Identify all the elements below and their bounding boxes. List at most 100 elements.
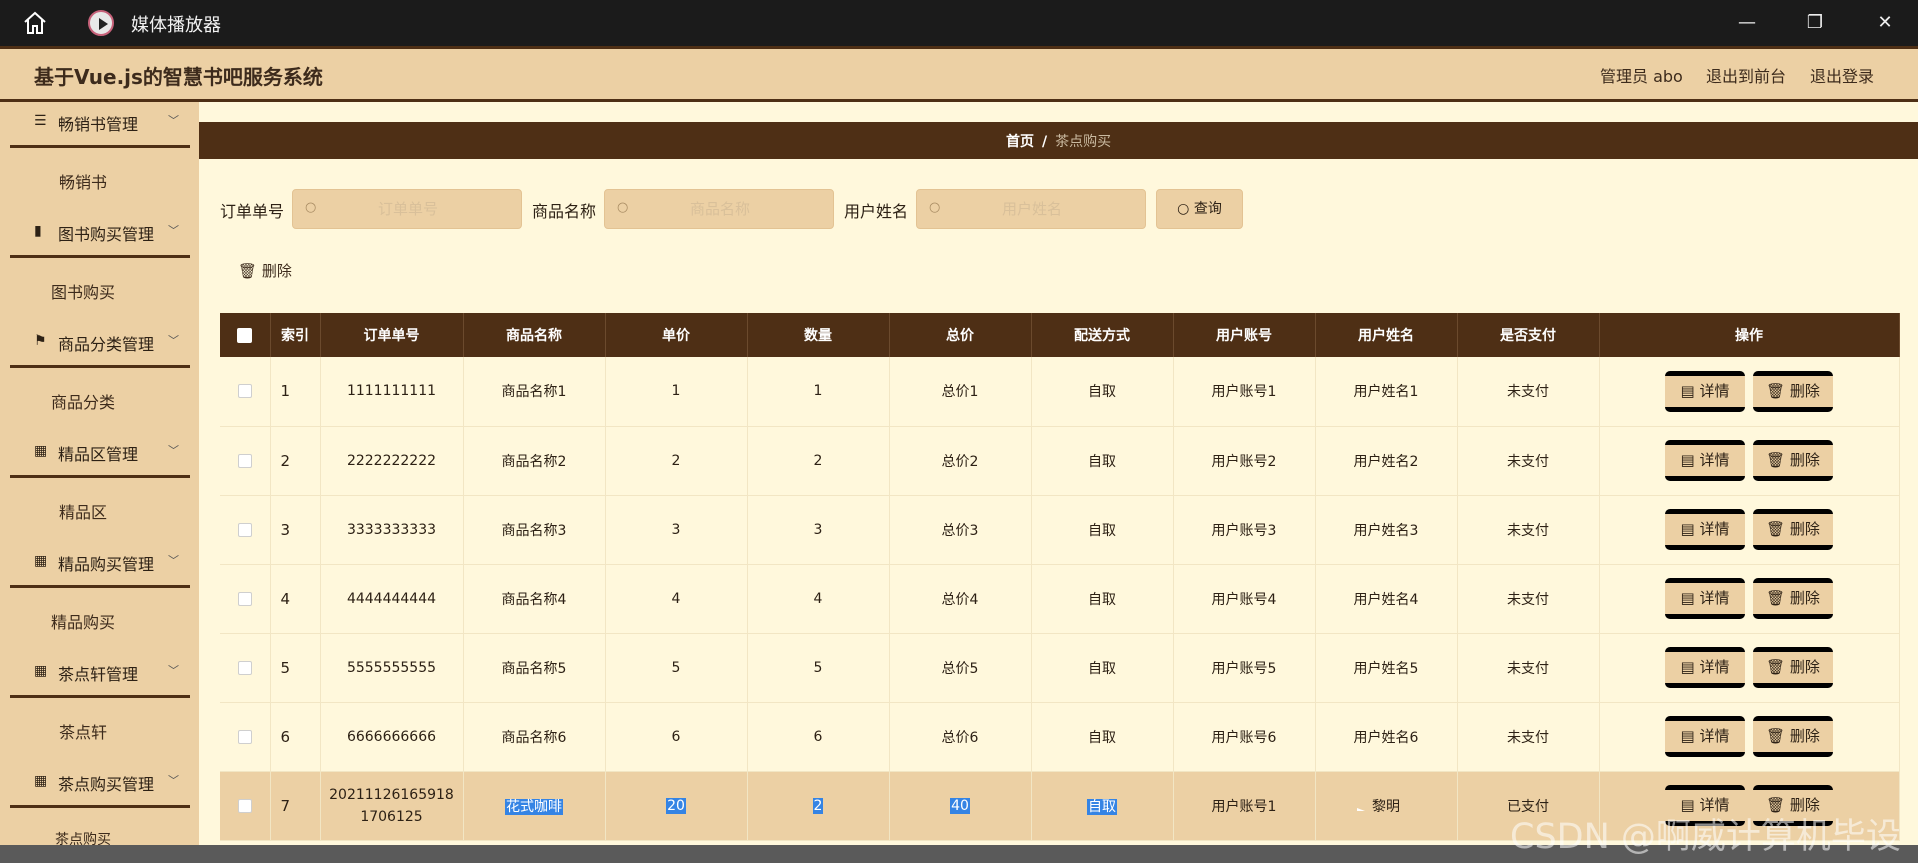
row-checkbox[interactable] (237, 522, 252, 537)
cell-user-account: 用户账号6 (1173, 702, 1316, 772)
order-no-field[interactable]: ○ (292, 189, 523, 229)
query-button[interactable]: ○ 查询 (1156, 189, 1243, 229)
cell-quantity: 5 (747, 633, 890, 703)
batch-delete-button[interactable]: 🗑 删除 (238, 260, 292, 281)
csdn-watermark: CSDN @啊威计算机毕设 (1510, 817, 1901, 857)
cell-user-name: 用户姓名6 (1315, 702, 1458, 772)
select-all-cell[interactable] (220, 313, 271, 357)
row-select-cell[interactable] (220, 426, 271, 496)
delete-button[interactable]: 🗑 删除 (1753, 578, 1833, 619)
delete-button[interactable]: 🗑 删除 (1753, 647, 1833, 688)
breadcrumb-home[interactable]: 首页 (1006, 134, 1034, 150)
cell-delivery: 自取 (1031, 564, 1174, 634)
document-icon: ▤ (1680, 727, 1700, 745)
sidebar-group-premium-purchase[interactable]: ▦ 精品购买管理 ﹀ (10, 540, 190, 588)
user-name-input[interactable] (917, 190, 1147, 228)
query-button-label: 查询 (1193, 201, 1222, 217)
select-all-checkbox[interactable] (237, 327, 253, 343)
cell-paid: 未支付 (1457, 495, 1600, 565)
delete-button[interactable]: 🗑 删除 (1753, 370, 1833, 412)
cell-product-name: 商品名称5 (463, 633, 606, 703)
detail-button[interactable]: ▤ 详情 (1665, 578, 1745, 619)
sidebar-item-premium[interactable]: 精品区 (0, 499, 166, 523)
table-row: 5 5555555555 商品名称5 5 5 总价5 自取 用户账号5 用户姓名… (220, 633, 1900, 703)
close-button[interactable]: ✕ (1870, 8, 1900, 38)
breadcrumb-current: 茶点购买 (1055, 134, 1112, 150)
product-name-field[interactable]: ○ (604, 189, 835, 229)
user-name-field[interactable]: ○ (916, 189, 1147, 229)
row-checkbox[interactable] (237, 591, 252, 606)
cell-total: 总价3 (889, 495, 1032, 565)
sidebar-item-bestseller[interactable]: 畅销书 (0, 169, 166, 193)
detail-button[interactable]: ▤ 详情 (1665, 647, 1745, 688)
document-icon: ▤ (1680, 381, 1700, 400)
delete-label: 删除 (1789, 658, 1820, 676)
row-select-cell[interactable] (220, 702, 271, 772)
cell-index: 5 (270, 633, 321, 703)
chevron-down-icon: ﹀ (168, 554, 179, 567)
header-unit-price: 单价 (605, 313, 748, 357)
delete-button[interactable]: 🗑 删除 (1753, 440, 1833, 481)
row-checkbox[interactable] (237, 660, 252, 675)
sidebar-group-premium[interactable]: ▦ 精品区管理 ﹀ (10, 430, 190, 478)
cell-total: 总价2 (889, 426, 1032, 496)
chevron-down-icon: ﹀ (168, 114, 179, 127)
cell-user-name: 用户姓名2 (1315, 426, 1458, 496)
table-row: 6 6666666666 商品名称6 6 6 总价6 自取 用户账号6 用户姓名… (220, 702, 1900, 772)
sidebar-item-book-purchase[interactable]: 图书购买 (0, 279, 166, 303)
selected-text: 2 (812, 797, 824, 814)
sidebar-group-bestseller[interactable]: ☰ 畅销书管理 ﹀ (10, 102, 190, 148)
sidebar-group-tea[interactable]: ▦ 茶点轩管理 ﹀ (10, 650, 190, 698)
sidebar-item-tea[interactable]: 茶点轩 (0, 719, 166, 743)
detail-button[interactable]: ▤ 详情 (1665, 370, 1745, 412)
bar-chart-icon: ▮ (34, 223, 42, 239)
main-content: 首页 / 茶点购买 订单单号 ○ 商品名称 ○ 用户姓名 ○ ○ 查询 🗑 删除 (199, 102, 1918, 863)
minimize-button[interactable]: — (1732, 8, 1762, 38)
delete-label: 删除 (1789, 381, 1820, 400)
sidebar-group-category[interactable]: ⚑ 商品分类管理 ﹀ (10, 320, 190, 368)
cell-user-account: 用户账号1 (1173, 357, 1316, 427)
row-select-cell[interactable] (220, 771, 271, 841)
cell-delivery: 自取 (1031, 633, 1174, 703)
detail-label: 详情 (1699, 451, 1730, 469)
product-name-input[interactable] (605, 190, 835, 228)
row-checkbox[interactable] (237, 384, 252, 399)
detail-button[interactable]: ▤ 详情 (1665, 440, 1745, 481)
cell-unit-price: 4 (605, 564, 748, 634)
delete-button[interactable]: 🗑 删除 (1753, 716, 1833, 757)
sidebar-group-tea-purchase[interactable]: ▦ 茶点购买管理 ﹀ (10, 760, 190, 808)
grid-icon: ▦ (34, 553, 48, 569)
order-no-line: 1706125 (360, 808, 423, 825)
detail-button[interactable]: ▤ 详情 (1665, 509, 1745, 550)
header-user-account: 用户账号 (1173, 313, 1316, 357)
selected-text: 自取 (1087, 798, 1117, 815)
row-checkbox[interactable] (237, 453, 252, 468)
sidebar-item-category[interactable]: 商品分类 (0, 389, 166, 413)
grid-icon: ▦ (34, 663, 48, 679)
product-name-label: 商品名称 (532, 202, 597, 221)
grid-icon: ▦ (34, 773, 48, 789)
detail-button[interactable]: ▤ 详情 (1665, 716, 1745, 757)
cell-delivery: 自取 (1031, 357, 1174, 427)
cell-user-name: 黎明 (1315, 771, 1458, 841)
trash-icon: 🗑 (1766, 451, 1790, 469)
row-checkbox[interactable] (237, 729, 252, 744)
home-icon[interactable] (22, 11, 48, 35)
exit-to-front-link[interactable]: 退出到前台 (1706, 63, 1786, 87)
cell-delivery: 自取 (1031, 495, 1174, 565)
logout-link[interactable]: 退出登录 (1810, 63, 1874, 87)
maximize-button[interactable]: ❐ (1800, 8, 1830, 38)
order-no-input[interactable] (293, 190, 523, 228)
cell-quantity: 2 (747, 771, 890, 841)
trash-icon: 🗑 (1766, 658, 1790, 676)
orders-table: 索引 订单单号 商品名称 单价 数量 总价 配送方式 用户账号 用户姓名 是否支… (220, 313, 1900, 841)
sidebar-group-label: 茶点轩管理 (58, 665, 139, 684)
row-select-cell[interactable] (220, 633, 271, 703)
row-select-cell[interactable] (220, 564, 271, 634)
row-checkbox[interactable] (237, 798, 252, 813)
row-select-cell[interactable] (220, 495, 271, 565)
sidebar-group-book-purchase[interactable]: ▮ 图书购买管理 ﹀ (10, 210, 190, 258)
delete-button[interactable]: 🗑 删除 (1753, 509, 1833, 550)
sidebar-item-premium-purchase[interactable]: 精品购买 (0, 609, 166, 633)
row-select-cell[interactable] (220, 357, 271, 427)
